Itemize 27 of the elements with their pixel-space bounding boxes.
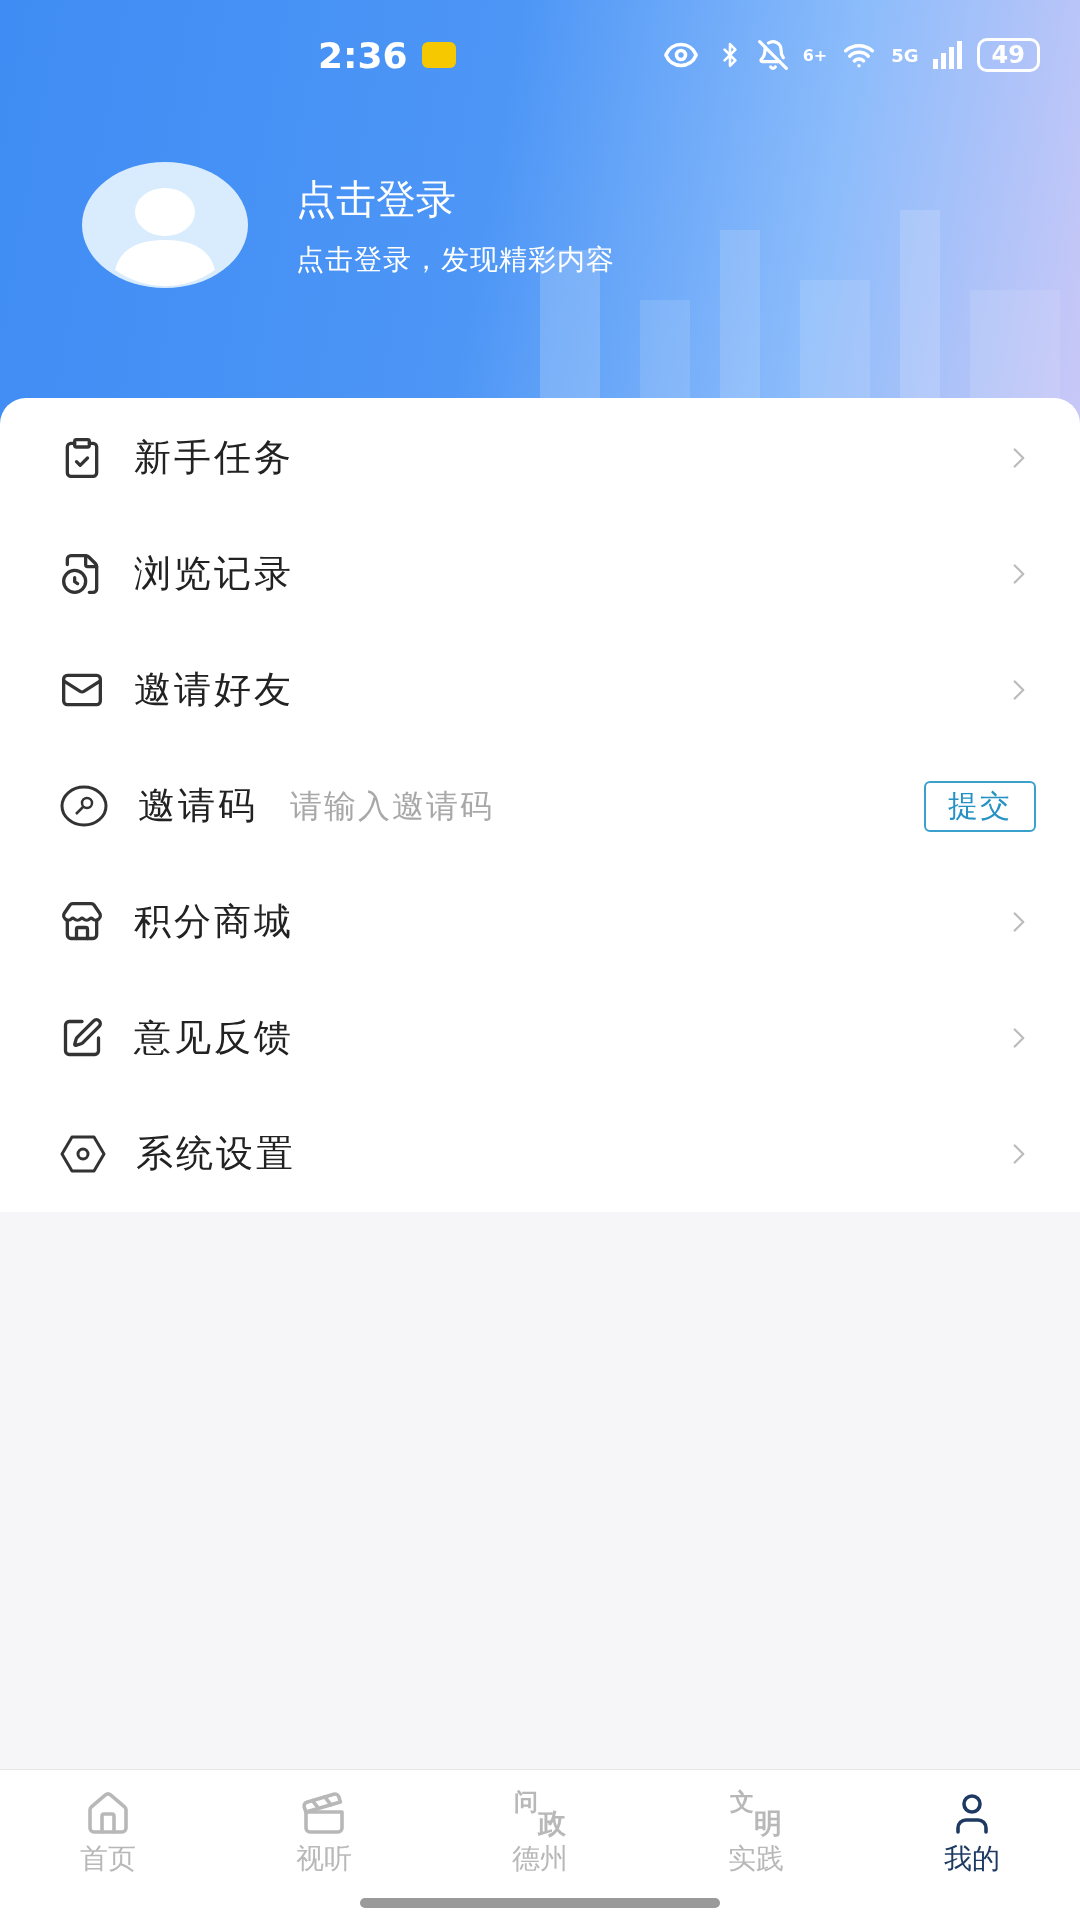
menu-item[interactable]: 浏览记录 [0,516,1080,632]
menu-item[interactable]: 系统设置 [0,1096,1080,1212]
menu-label: 浏览记录 [134,551,294,597]
invite-code-field[interactable]: 请输入邀请码 [288,786,894,826]
menu-label: 积分商城 [134,899,294,945]
key-icon [60,784,108,828]
signal-icon [932,41,963,69]
avatar[interactable] [82,162,248,288]
submit-button[interactable]: 提交 [924,780,1036,832]
menu-label: 系统设置 [136,1131,296,1177]
menu-label: 邀请码 [138,783,258,829]
menu-item[interactable]: 积分商城 [0,864,1080,980]
battery-level: 49 [976,38,1040,72]
app-notification-icon [421,42,456,68]
settings-icon [60,1134,106,1174]
menu-item[interactable]: 邀请好友 [0,632,1080,748]
bell-off-icon [756,39,789,71]
network-label: 5G [891,44,919,66]
network-label: 6+ [802,45,828,65]
nav-tab[interactable]: 我的 [864,1770,1080,1898]
status-time: 2:36 [318,34,408,76]
menu-item[interactable]: 新手任务 [0,400,1080,516]
menu-label: 邀请好友 [134,667,294,713]
menu-label: 新手任务 [134,435,294,481]
login-subtitle: 点击登录，发现精彩内容 [296,241,615,278]
menu-label: 意见反馈 [134,1015,294,1061]
menu-item[interactable]: 意见反馈 [0,980,1080,1096]
